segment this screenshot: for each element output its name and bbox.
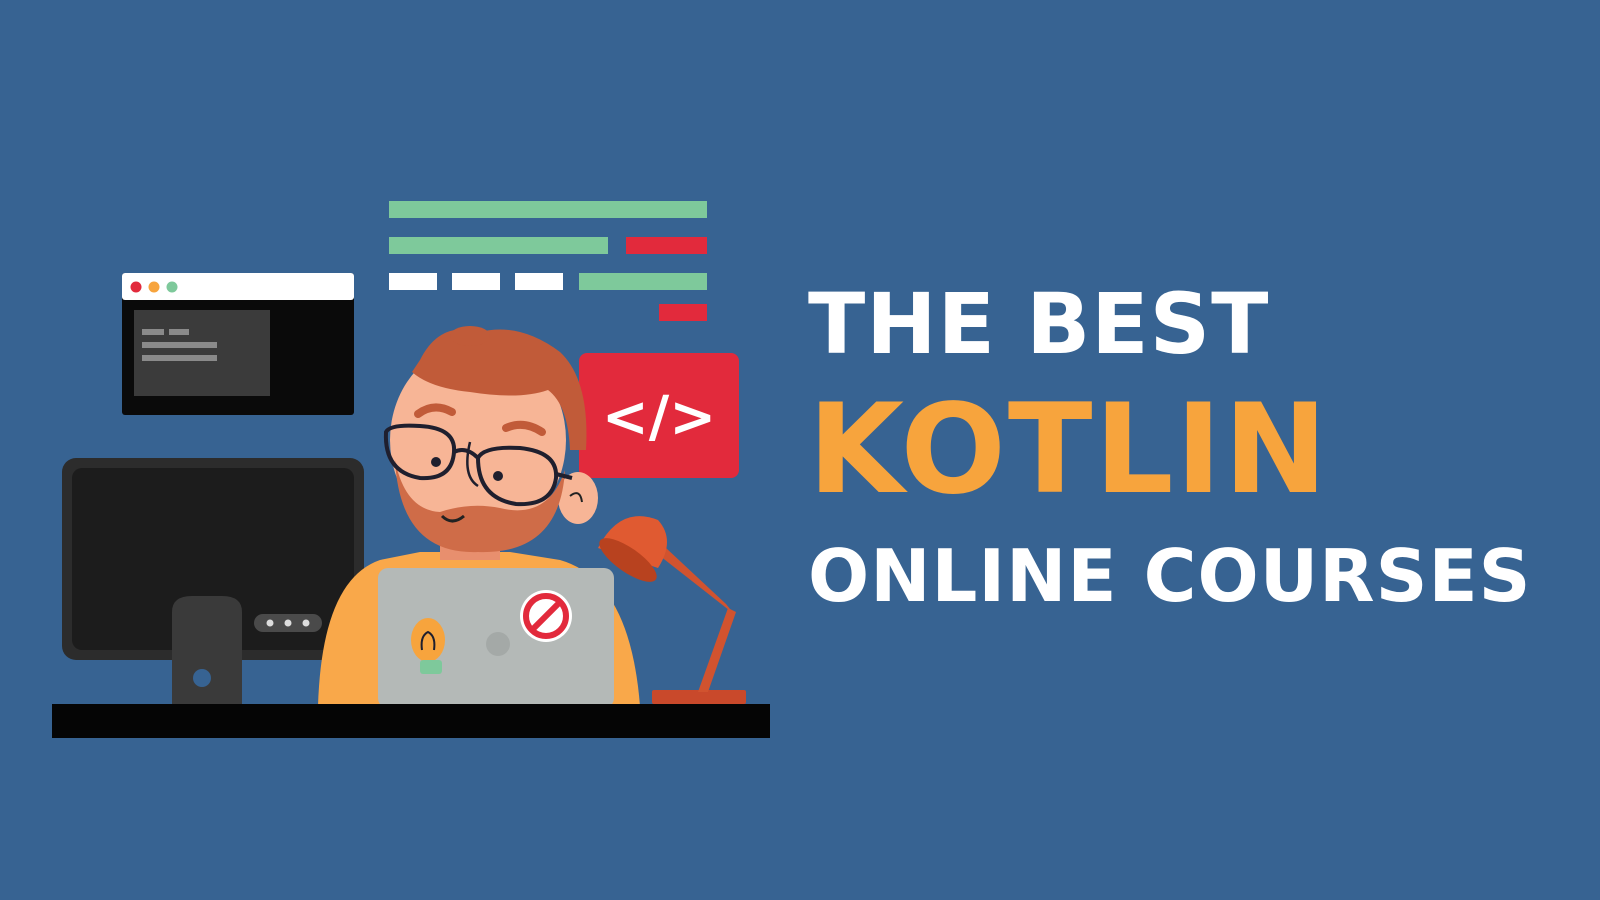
no-sign-sticker-graphic [520, 590, 572, 642]
code-badge-label: </> [602, 385, 716, 450]
laptop-graphic [378, 568, 614, 708]
headline-line-3: ONLINE COURSES [808, 534, 1532, 618]
monitor-graphic [62, 458, 364, 706]
code-badge: </> [579, 353, 739, 478]
code-lines-graphic [389, 201, 707, 321]
hero-illustration: </> [52, 201, 770, 738]
desk-graphic [52, 704, 770, 738]
headline-line-1: THE BEST [808, 275, 1270, 373]
headline-line-2: KOTLIN [808, 378, 1330, 522]
browser-window-graphic [122, 273, 354, 415]
